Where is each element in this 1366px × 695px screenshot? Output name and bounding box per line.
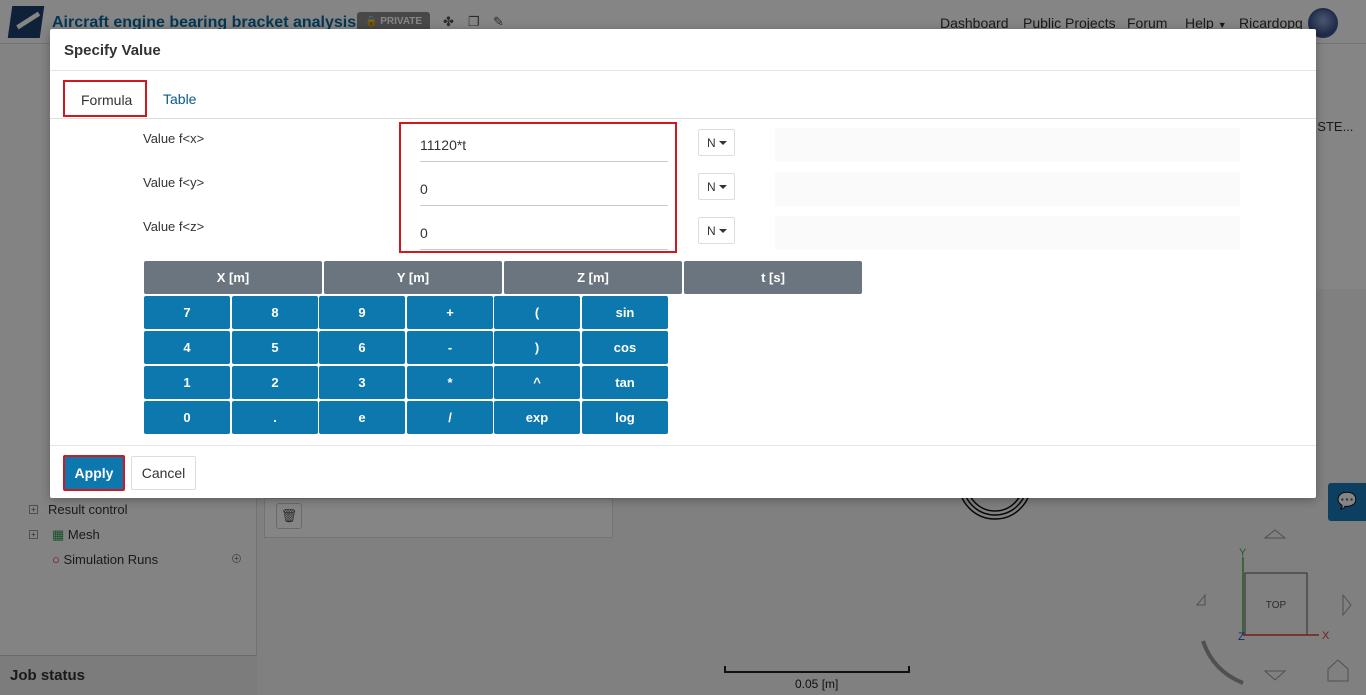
key-tan[interactable]: tan <box>582 366 668 399</box>
key-8[interactable]: 8 <box>232 296 318 329</box>
tab-table[interactable]: Table <box>147 81 212 117</box>
cancel-button[interactable]: Cancel <box>131 456 196 490</box>
key-0[interactable]: 0 <box>144 401 230 434</box>
ghost-field <box>775 216 1240 250</box>
value-fz-label: Value f<z> <box>143 219 205 234</box>
specify-value-dialog: Specify Value Formula Table Value f<x> V… <box>50 29 1316 498</box>
input-highlight-box <box>399 122 677 253</box>
key-divide[interactable]: / <box>407 401 493 434</box>
variable-z-button[interactable]: Z [m] <box>504 261 682 294</box>
key-multiply[interactable]: * <box>407 366 493 399</box>
key-exp[interactable]: exp <box>494 401 580 434</box>
key-1[interactable]: 1 <box>144 366 230 399</box>
unit-select-z[interactable]: N <box>698 217 735 244</box>
key-7[interactable]: 7 <box>144 296 230 329</box>
key-4[interactable]: 4 <box>144 331 230 364</box>
key-cos[interactable]: cos <box>582 331 668 364</box>
key-2[interactable]: 2 <box>232 366 318 399</box>
caret-down-icon <box>719 141 727 145</box>
dialog-title: Specify Value <box>50 29 1316 71</box>
variable-x-button[interactable]: X [m] <box>144 261 322 294</box>
caret-down-icon <box>719 185 727 189</box>
key-close-paren[interactable]: ) <box>494 331 580 364</box>
key-dot[interactable]: . <box>232 401 318 434</box>
caret-down-icon <box>719 229 727 233</box>
value-fy-label: Value f<y> <box>143 175 205 190</box>
key-plus[interactable]: + <box>407 296 493 329</box>
apply-button[interactable]: Apply <box>63 455 125 491</box>
key-open-paren[interactable]: ( <box>494 296 580 329</box>
ghost-field <box>775 172 1240 206</box>
key-e[interactable]: e <box>319 401 405 434</box>
tab-formula[interactable]: Formula <box>63 80 147 117</box>
key-power[interactable]: ^ <box>494 366 580 399</box>
key-6[interactable]: 6 <box>319 331 405 364</box>
unit-select-y[interactable]: N <box>698 173 735 200</box>
key-9[interactable]: 9 <box>319 296 405 329</box>
key-minus[interactable]: - <box>407 331 493 364</box>
unit-select-x[interactable]: N <box>698 129 735 156</box>
key-5[interactable]: 5 <box>232 331 318 364</box>
variable-t-button[interactable]: t [s] <box>684 261 862 294</box>
key-sin[interactable]: sin <box>582 296 668 329</box>
dialog-footer: Apply Cancel <box>50 445 1316 498</box>
key-3[interactable]: 3 <box>319 366 405 399</box>
variable-y-button[interactable]: Y [m] <box>324 261 502 294</box>
tab-bar: Formula Table <box>50 71 1316 119</box>
key-log[interactable]: log <box>582 401 668 434</box>
value-fx-label: Value f<x> <box>143 131 205 146</box>
ghost-field <box>775 128 1240 162</box>
